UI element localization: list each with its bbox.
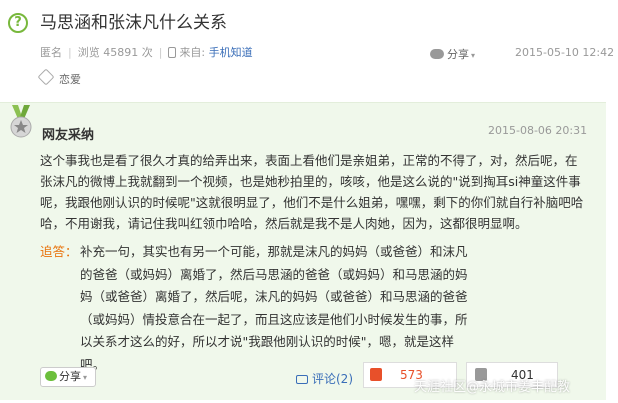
view-count: 浏览 45891 次 bbox=[77, 46, 153, 59]
share-link-top[interactable]: 分享 ▾ bbox=[430, 46, 475, 62]
follow-up-text: 补充一句，其实也有另一个可能，那就是沫凡的妈妈（或爸爸）和沫凡的爸爸（或妈妈）离… bbox=[80, 244, 468, 372]
watermark: 天涯社区@永城市姜丰配教 bbox=[414, 380, 571, 395]
follow-up-label: 追答： bbox=[40, 244, 78, 259]
asker-name: 匿名 bbox=[40, 46, 62, 59]
share-label-top: 分享 bbox=[447, 48, 469, 61]
chevron-down-icon: ▾ bbox=[83, 373, 88, 382]
thumbs-up-icon bbox=[370, 368, 382, 381]
tag-icon bbox=[37, 68, 55, 86]
medal-icon bbox=[10, 105, 32, 138]
wechat-icon bbox=[430, 49, 444, 59]
question-date: 2015-05-10 12:42 bbox=[515, 46, 615, 59]
share-button-label: 分享 bbox=[59, 370, 81, 383]
answer-body: 这个事我也是看了很久才真的给弄出来，表面上看他们是亲姐弟，正常的不得了，对，然后… bbox=[40, 153, 584, 231]
phone-icon bbox=[168, 47, 177, 58]
question-title: 马思涵和张沫凡什么关系 bbox=[40, 13, 227, 33]
comment-label: 评论(2) bbox=[312, 372, 353, 386]
source-link[interactable]: 手机知道 bbox=[209, 46, 253, 59]
tag-label[interactable]: 恋爱 bbox=[59, 73, 81, 86]
comment-icon bbox=[296, 375, 308, 384]
chevron-down-icon: ▾ bbox=[471, 51, 476, 60]
wechat-icon bbox=[45, 371, 57, 381]
tag-row[interactable]: 恋爱 bbox=[37, 68, 81, 87]
comment-link[interactable]: 评论(2) bbox=[296, 370, 353, 387]
share-button[interactable]: 分享 ▾ bbox=[40, 367, 96, 387]
answer-date: 2015-08-06 20:31 bbox=[488, 124, 588, 137]
source-prefix: 来自: bbox=[179, 46, 206, 59]
answer-author: 网友采纳 bbox=[42, 128, 95, 143]
question-meta: 匿名 | 浏览 45891 次 | 来自: 手机知道 bbox=[40, 46, 253, 59]
question-icon: ? bbox=[8, 13, 28, 33]
